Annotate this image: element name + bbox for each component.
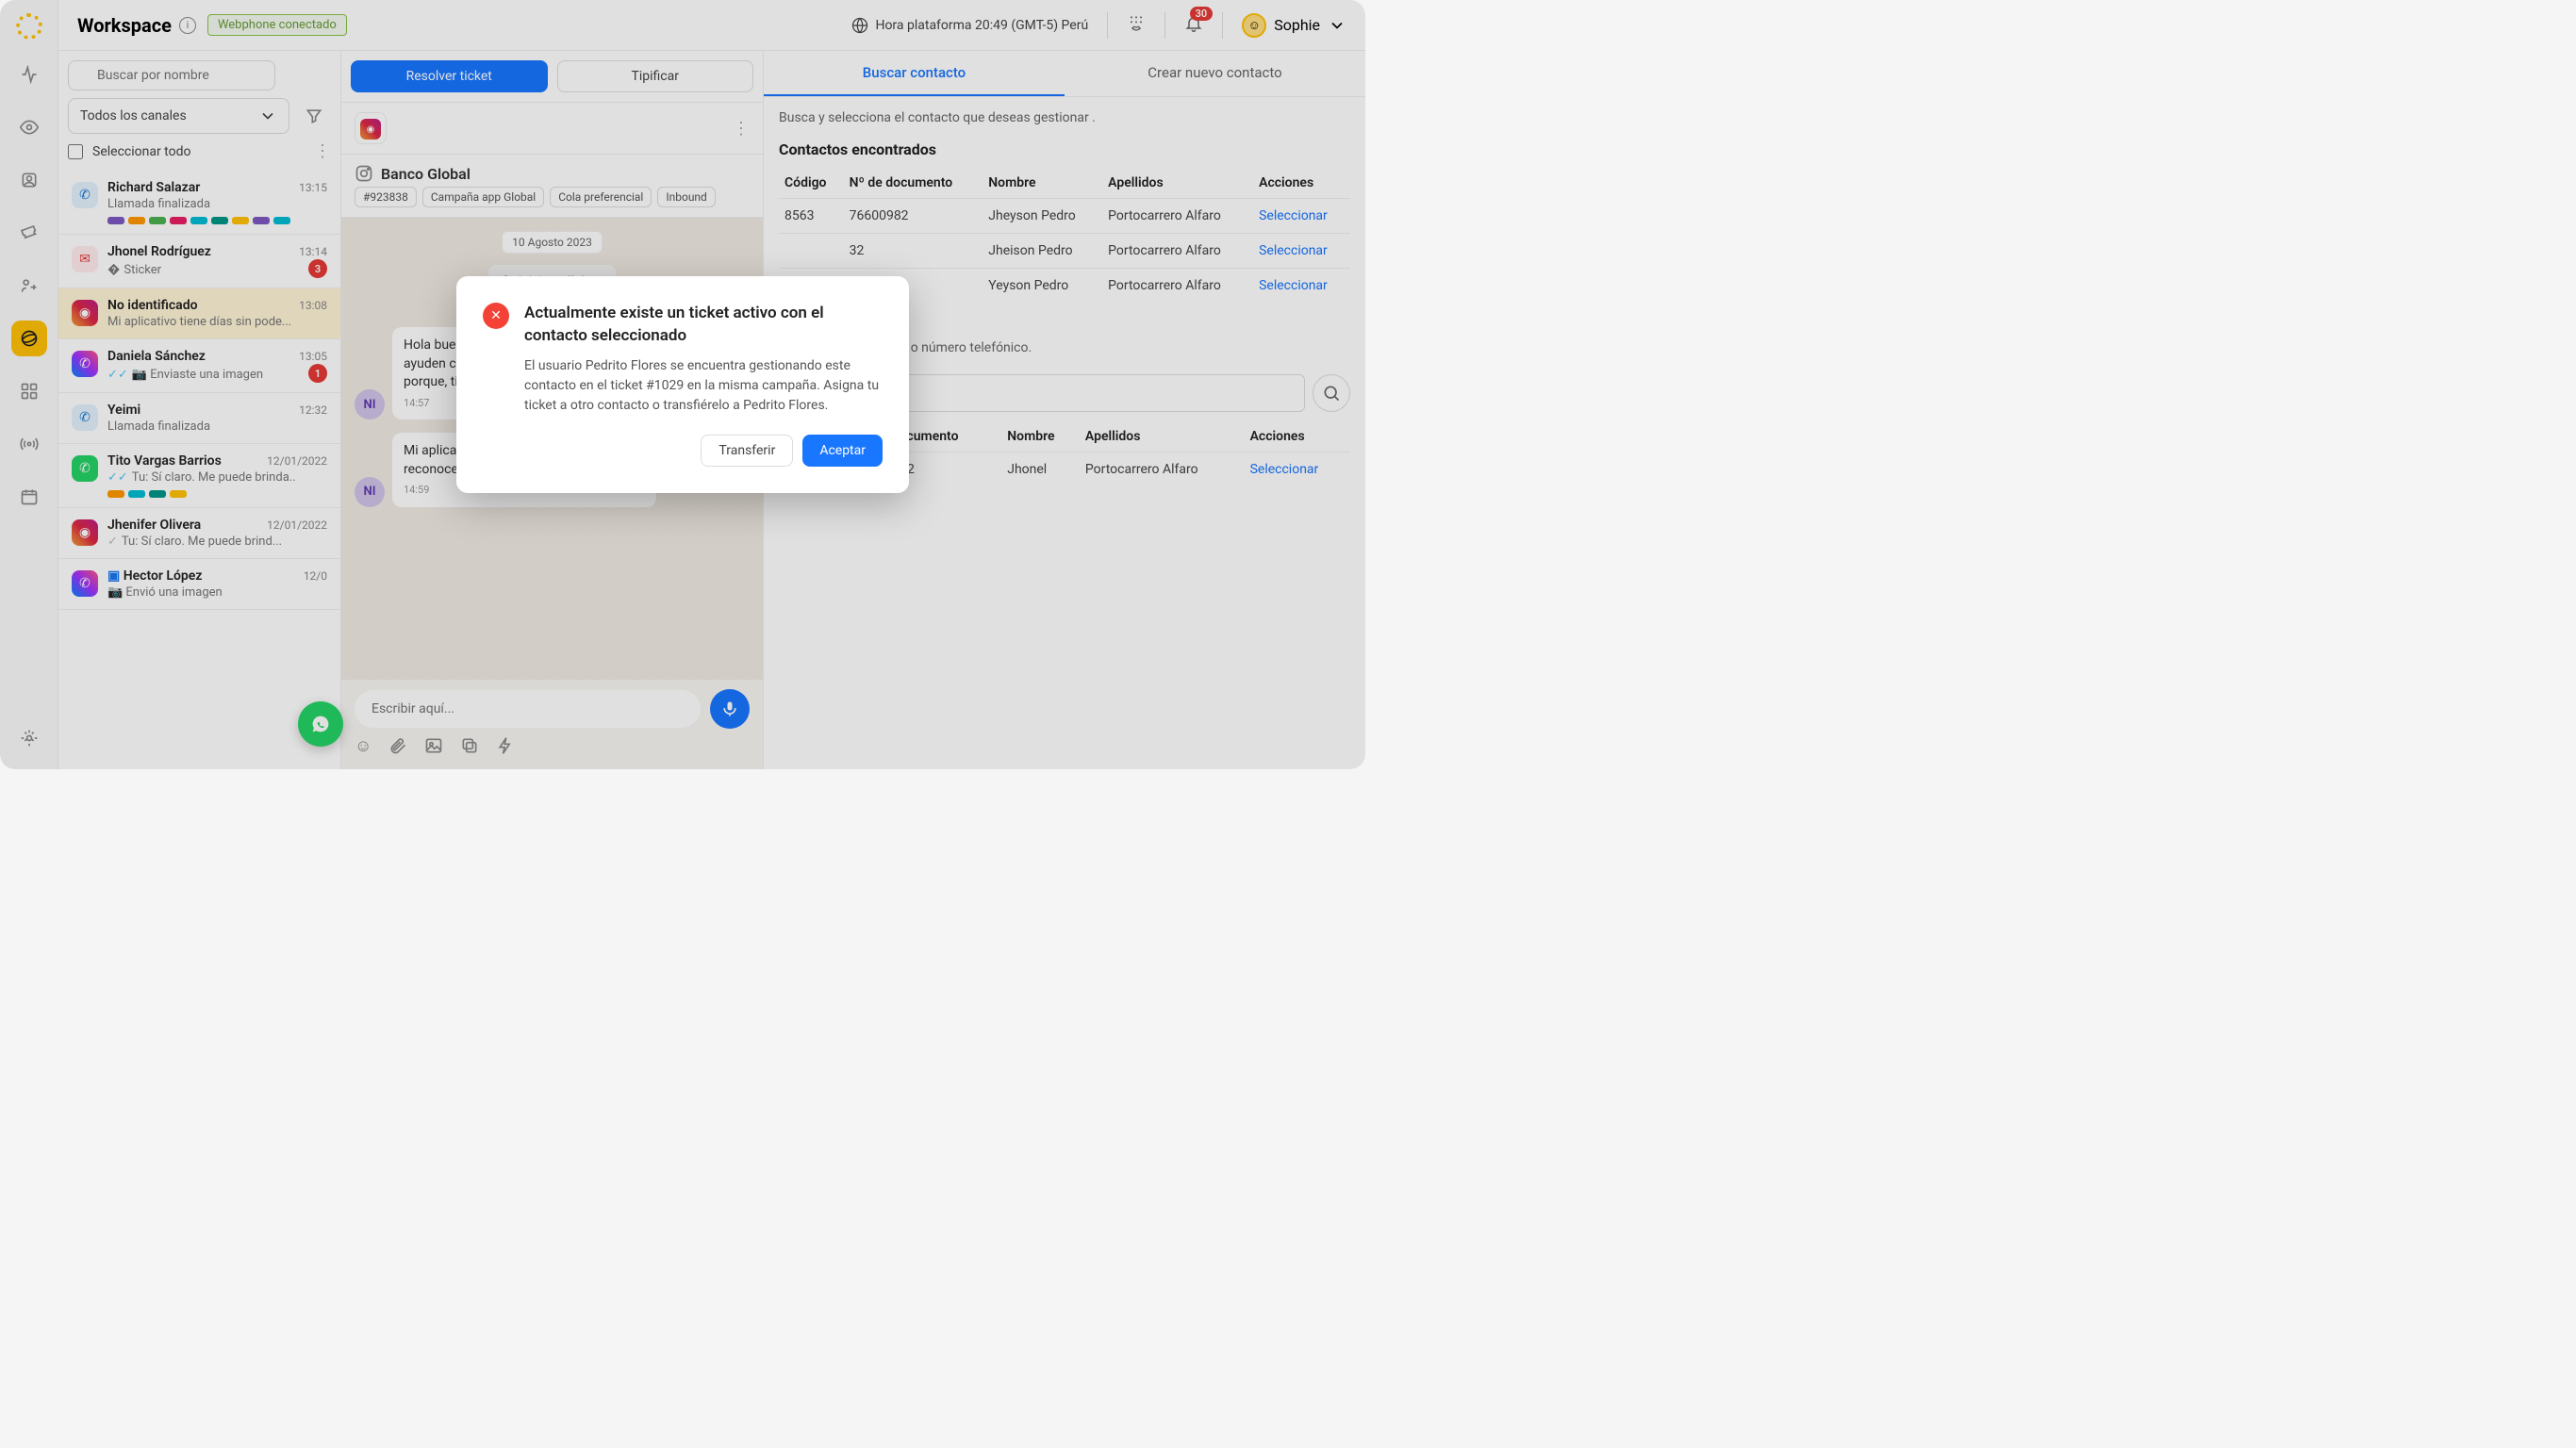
error-icon: ✕ <box>483 303 509 329</box>
modal-backdrop: ✕ Actualmente existe un ticket activo co… <box>0 0 1365 769</box>
modal-text: El usuario Pedrito Flores se encuentra g… <box>524 356 883 416</box>
active-ticket-modal: ✕ Actualmente existe un ticket activo co… <box>456 276 909 494</box>
accept-button[interactable]: Aceptar <box>802 435 883 467</box>
modal-title: Actualmente existe un ticket activo con … <box>524 303 883 348</box>
transfer-button[interactable]: Transferir <box>701 435 793 467</box>
